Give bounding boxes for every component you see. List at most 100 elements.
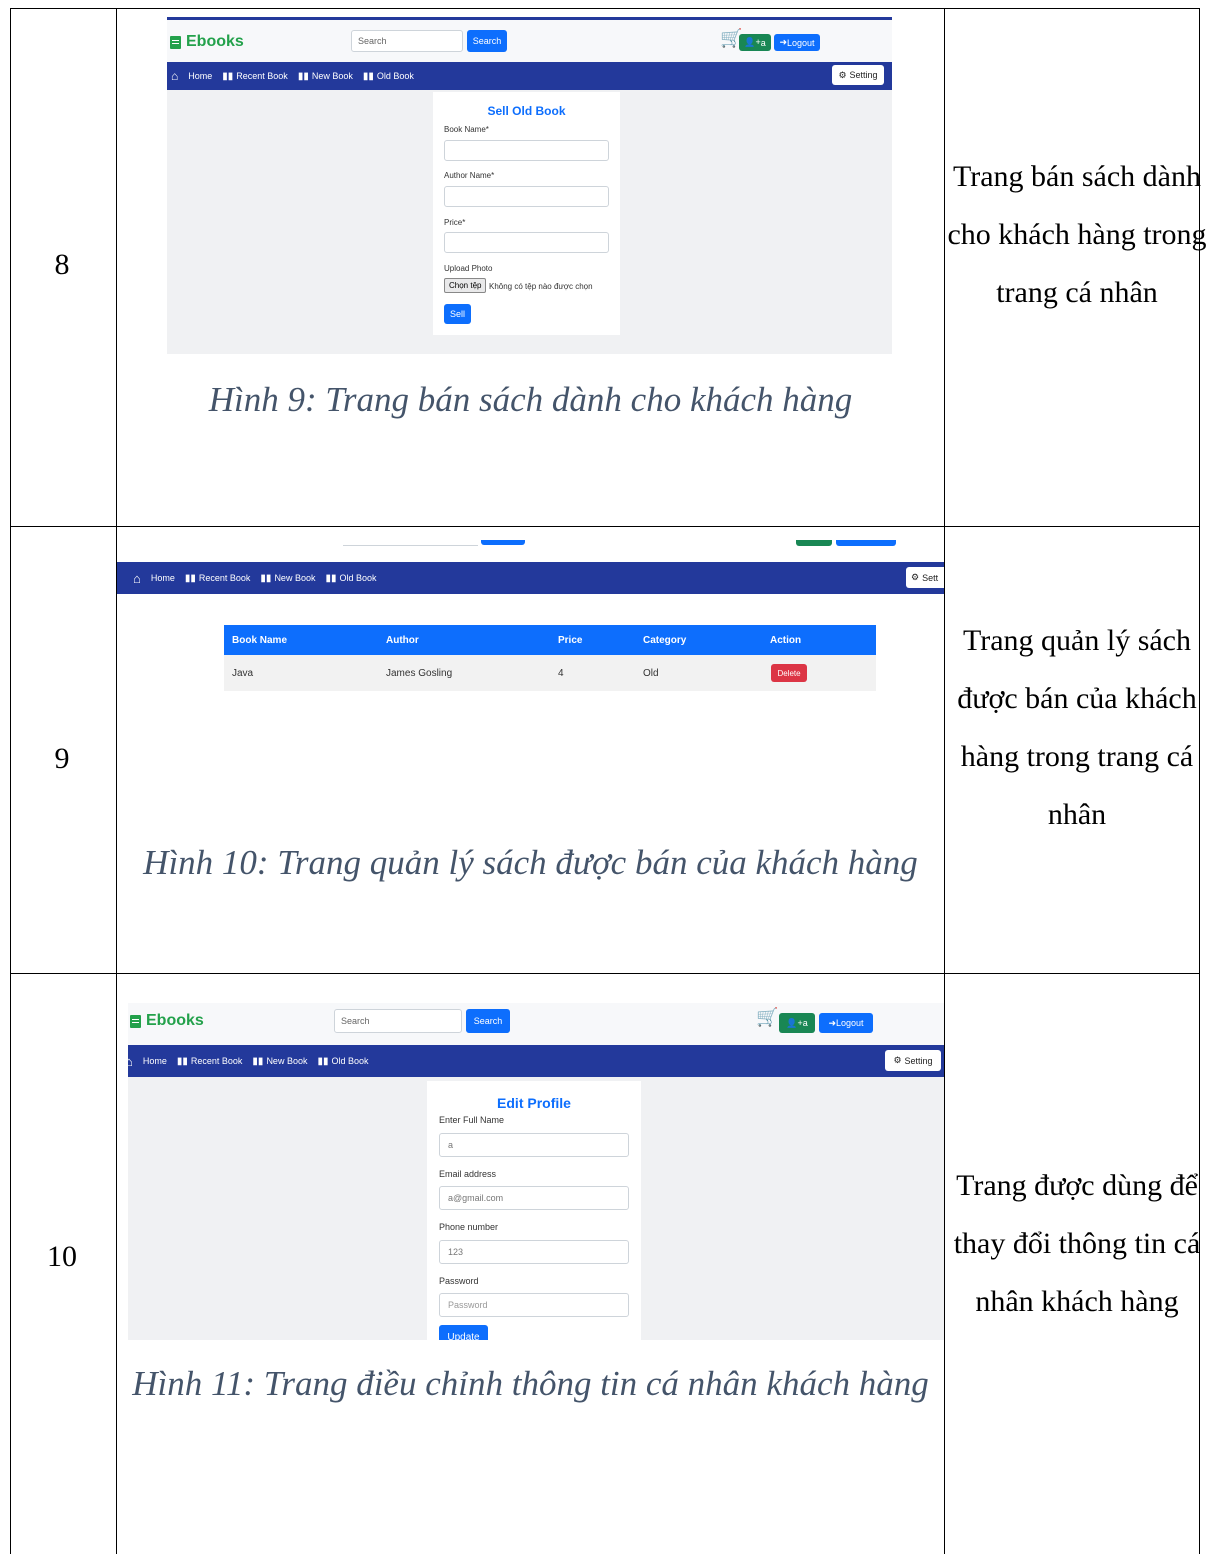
full-name-input[interactable]: a (439, 1133, 629, 1157)
password-input[interactable]: Password (439, 1293, 629, 1317)
table-col-divider-1 (116, 8, 117, 1554)
row-description: Trang được dùng để thay đổi thông tin cá… (953, 1169, 1201, 1318)
nav-old-book[interactable]: ▮▮ Old Book (317, 1056, 368, 1067)
author-name-label: Author Name* (444, 171, 495, 180)
book-open-icon: ▮▮ (317, 1055, 329, 1067)
row-description: Trang quản lý sách được bán của khách hà… (957, 624, 1197, 831)
book-name-input[interactable] (444, 140, 609, 161)
book-open-icon: ▮▮ (325, 572, 337, 584)
nav-home[interactable]: Home (188, 71, 212, 81)
cell-price: 4 (558, 667, 564, 679)
home-icon[interactable]: ⌂ (128, 1054, 133, 1069)
table-border-top (10, 8, 1200, 9)
book-open-icon: ▮▮ (260, 572, 272, 584)
setting-button[interactable]: ⚙ Setting (885, 1050, 941, 1071)
table-row-divider-2 (10, 973, 1200, 974)
nav-old-book[interactable]: ▮▮ Old Book (325, 573, 376, 584)
gear-icon: ⚙ (911, 572, 920, 582)
nav-recent-book[interactable]: ▮▮ Recent Book (222, 71, 288, 82)
col-category: Category (643, 634, 687, 646)
user-plus-icon: 👤+ (744, 37, 761, 47)
nav-home[interactable]: Home (143, 1056, 167, 1066)
search-input[interactable]: Search (334, 1009, 462, 1033)
logout-icon: ➜ (828, 1017, 836, 1028)
delete-button[interactable]: Delete (771, 664, 807, 682)
nav-home[interactable]: Home (151, 573, 175, 583)
row-number: 8 (54, 248, 70, 281)
nav-bar: ⌂ Home ▮▮ Recent Book ▮▮ New Book ▮▮ Old Bo… (128, 1045, 944, 1077)
brand-logo[interactable]: Ebooks (170, 33, 244, 51)
book-open-icon: ▮▮ (184, 572, 196, 584)
table-header: Book Name Author Price Category Action (224, 625, 876, 655)
file-status: Không có tệp nào được chọn (489, 282, 593, 291)
logout-button[interactable]: ➜ Logout (819, 1013, 873, 1033)
sell-book-card: Sell Old Book Book Name* Author Name* Pr… (433, 92, 620, 335)
setting-button[interactable]: ⚙ Sett (906, 567, 944, 588)
full-name-label: Enter Full Name (439, 1115, 505, 1125)
sell-button[interactable]: Sell (444, 304, 471, 324)
form-title: Edit Profile (497, 1095, 571, 1111)
nav-new-book[interactable]: ▮▮ New Book (260, 573, 315, 584)
cropped-logout-button[interactable] (836, 540, 896, 546)
book-name-label: Book Name* (444, 125, 489, 134)
logout-icon: ➜ (779, 37, 787, 47)
user-plus-icon: 👤+ (786, 1017, 803, 1028)
col-book-name: Book Name (232, 634, 288, 646)
logout-button[interactable]: ➜ Logout (774, 34, 820, 51)
author-name-input[interactable] (444, 186, 609, 207)
cell-author: James Gosling (386, 667, 453, 679)
nav-bar: ⌂ Home ▮▮ Recent Book ▮▮ New Book ▮▮ Old Bo… (167, 62, 892, 90)
nav-new-book[interactable]: ▮▮ New Book (252, 1056, 307, 1067)
phone-label: Phone number (439, 1222, 499, 1232)
cell-book-name: Java (232, 667, 254, 679)
book-open-icon: ▮▮ (362, 70, 374, 82)
app-topbar: Ebooks Search Search 🛒 👤+ a ➜ Logout (167, 20, 892, 62)
search-button[interactable]: Search (466, 1009, 510, 1033)
home-icon[interactable]: ⌂ (171, 69, 178, 83)
figure-caption: Hình 10: Trang quản lý sách được bán của… (143, 843, 918, 882)
figure-caption: Hình 9: Trang bán sách dành cho khách hà… (208, 380, 853, 419)
search-button[interactable]: Search (467, 30, 507, 52)
row-number: 10 (47, 1240, 77, 1273)
screenshot-sold-books: ⌂ Home ▮▮ Recent Book ▮▮ New Book ▮▮ Old Bo… (117, 540, 944, 702)
book-open-icon: ▮▮ (252, 1055, 264, 1067)
choose-file-button[interactable]: Chọn tệp (444, 278, 487, 293)
app-topbar: Ebooks Search Search 🛒 👤+ a ➜ Logout (128, 1003, 944, 1045)
cropped-user-button[interactable] (796, 540, 832, 546)
nav-new-book[interactable]: ▮▮ New Book (298, 71, 353, 82)
row-description: Trang bán sách dành cho khách hàng trong… (947, 160, 1207, 309)
col-action: Action (770, 634, 802, 646)
user-button[interactable]: 👤+ a (779, 1013, 815, 1033)
brand-logo[interactable]: Ebooks (130, 1012, 204, 1030)
screenshot-edit-profile: Ebooks Search Search 🛒 👤+ a ➜ Logout ⌂ Hom… (128, 1003, 944, 1340)
search-input[interactable]: Search (351, 30, 463, 52)
cropped-search-input (343, 540, 478, 546)
cropped-search-button[interactable] (481, 540, 525, 545)
setting-button[interactable]: ⚙ Setting (832, 65, 884, 85)
price-input[interactable] (444, 232, 609, 253)
table-row-divider-1 (10, 526, 1200, 527)
row-number: 9 (54, 742, 70, 775)
col-author: Author (386, 634, 419, 646)
cell-category: Old (643, 667, 659, 679)
nav-bar: ⌂ Home ▮▮ Recent Book ▮▮ New Book ▮▮ Old Bo… (117, 562, 944, 594)
book-open-icon: ▮▮ (297, 70, 309, 82)
email-label: Email address (439, 1169, 497, 1179)
form-title: Sell Old Book (487, 104, 566, 118)
home-icon[interactable]: ⌂ (133, 571, 141, 586)
screenshot-sell-old-book: Ebooks Search Search 🛒 👤+ a ➜ Logout ⌂ Hom… (167, 17, 892, 354)
upload-photo-label: Upload Photo (444, 264, 493, 273)
update-button[interactable]: Update (439, 1325, 488, 1340)
cart-icon[interactable]: 🛒 (756, 1008, 778, 1026)
email-input[interactable]: a@gmail.com (439, 1186, 629, 1210)
nav-recent-book[interactable]: ▮▮ Recent Book (185, 573, 251, 584)
book-open-icon: ▮▮ (222, 70, 234, 82)
gear-icon: ⚙ (893, 1055, 902, 1065)
nav-recent-book[interactable]: ▮▮ Recent Book (177, 1056, 243, 1067)
nav-old-book[interactable]: ▮▮ Old Book (363, 71, 414, 82)
price-label: Price* (444, 218, 466, 227)
book-icon (170, 35, 181, 49)
user-button[interactable]: 👤+ a (739, 34, 771, 51)
phone-input[interactable]: 123 (439, 1240, 629, 1264)
book-open-icon: ▮▮ (176, 1055, 188, 1067)
